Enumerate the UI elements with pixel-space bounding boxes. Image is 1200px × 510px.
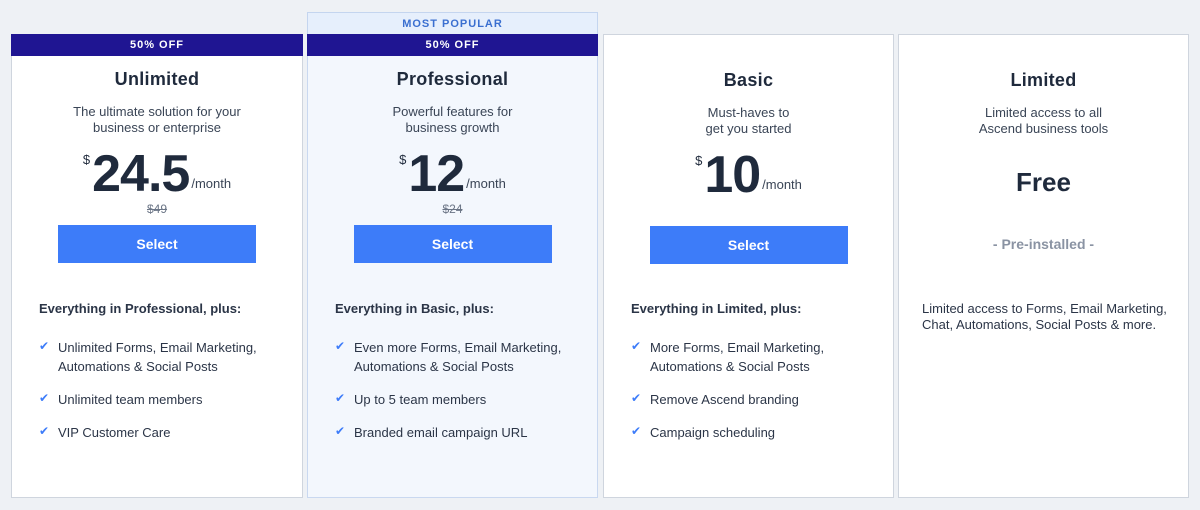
check-icon: ✔ (335, 391, 346, 405)
check-icon: ✔ (335, 424, 346, 438)
feature-item: ✔ More Forms, Email Marketing, Automation… (631, 338, 873, 376)
feature-item: ✔ Unlimited team members (39, 390, 282, 409)
plan-description: Limited access to all Ascend business to… (978, 105, 1109, 136)
most-popular-banner: MOST POPULAR (307, 12, 598, 35)
feature-item: ✔ Unlimited Forms, Email Marketing, Autom… (39, 338, 282, 376)
price-row: $ 10 /month (604, 149, 893, 201)
feature-text: Even more Forms, Email Marketing, Automa… (354, 340, 562, 374)
plan-name: Basic (723, 70, 774, 90)
price-period: /month (762, 177, 802, 192)
feature-text: VIP Customer Care (58, 425, 171, 440)
plan-name: Limited (1010, 70, 1077, 90)
feature-item: ✔ VIP Customer Care (39, 423, 282, 442)
price-row: $ 24.5 /month (12, 148, 302, 200)
feature-text: Unlimited team members (58, 392, 203, 407)
plan-card-unlimited: 50% OFF Unlimited The ultimate solution … (11, 34, 303, 498)
features-heading: Everything in Professional, plus: (39, 301, 242, 316)
feature-item: ✔ Branded email campaign URL (335, 423, 577, 442)
price-free: Free (1016, 167, 1071, 197)
discount-badge: 50% OFF (307, 34, 598, 56)
price-amount: 10 (704, 146, 761, 204)
feature-text: Unlimited Forms, Email Marketing, Automa… (58, 340, 257, 374)
feature-item: ✔ Up to 5 team members (335, 390, 577, 409)
feature-item: ✔ Campaign scheduling (631, 423, 873, 442)
feature-list: Everything in Basic, plus: ✔ Even more Fo… (335, 301, 577, 456)
select-unlimited-button[interactable]: Select (58, 225, 256, 263)
currency-symbol: $ (82, 152, 91, 167)
original-price: $24 (442, 202, 463, 216)
price-amount: 12 (408, 145, 465, 203)
select-basic-button[interactable]: Select (649, 226, 848, 264)
price-amount: 24.5 (92, 145, 190, 203)
feature-item: ✔ Remove Ascend branding (631, 390, 873, 409)
check-icon: ✔ (631, 424, 642, 438)
discount-badge: 50% OFF (11, 34, 303, 56)
plan-description: Must-haves to get you started (705, 105, 792, 136)
feature-text: More Forms, Email Marketing, Automations… (650, 340, 825, 374)
plan-card-limited: Limited Limited access to all Ascend bus… (898, 34, 1189, 498)
price-period: /month (466, 176, 506, 191)
price-period: /month (191, 176, 232, 191)
original-price-spacer (604, 203, 893, 218)
check-icon: ✔ (335, 339, 346, 353)
plan-name: Professional (396, 69, 509, 89)
feature-list: Everything in Limited, plus: ✔ More Forms… (631, 301, 873, 456)
price-row: $ 12 /month (308, 148, 597, 200)
preinstalled-status: - Pre-installed - (992, 236, 1095, 252)
feature-text: Remove Ascend branding (650, 392, 799, 407)
check-icon: ✔ (39, 339, 50, 353)
features-heading: Everything in Basic, plus: (335, 301, 494, 316)
check-icon: ✔ (39, 391, 50, 405)
plan-card-professional: 50% OFF Professional Powerful features f… (307, 34, 598, 498)
feature-text: Up to 5 team members (354, 392, 487, 407)
feature-list: Everything in Professional, plus: ✔ Unlim… (39, 301, 282, 456)
feature-text: Campaign scheduling (650, 425, 776, 440)
feature-text: Branded email campaign URL (354, 425, 528, 440)
plan-description: Powerful features for business growth (392, 104, 513, 135)
select-professional-button[interactable]: Select (353, 225, 552, 263)
plan-description: The ultimate solution for your business … (73, 104, 241, 135)
check-icon: ✔ (631, 339, 642, 353)
plan-name: Unlimited (114, 69, 200, 89)
check-icon: ✔ (39, 424, 50, 438)
original-price: $49 (146, 202, 168, 216)
currency-symbol: $ (399, 152, 407, 167)
check-icon: ✔ (631, 391, 642, 405)
feature-item: ✔ Even more Forms, Email Marketing, Autom… (335, 338, 577, 376)
currency-symbol: $ (695, 153, 703, 168)
features-heading: Everything in Limited, plus: (631, 301, 802, 316)
plan-card-basic: Basic Must-haves to get you started $ 10… (603, 34, 894, 498)
plan-details: Limited access to Forms, Email Marketing… (922, 301, 1167, 332)
